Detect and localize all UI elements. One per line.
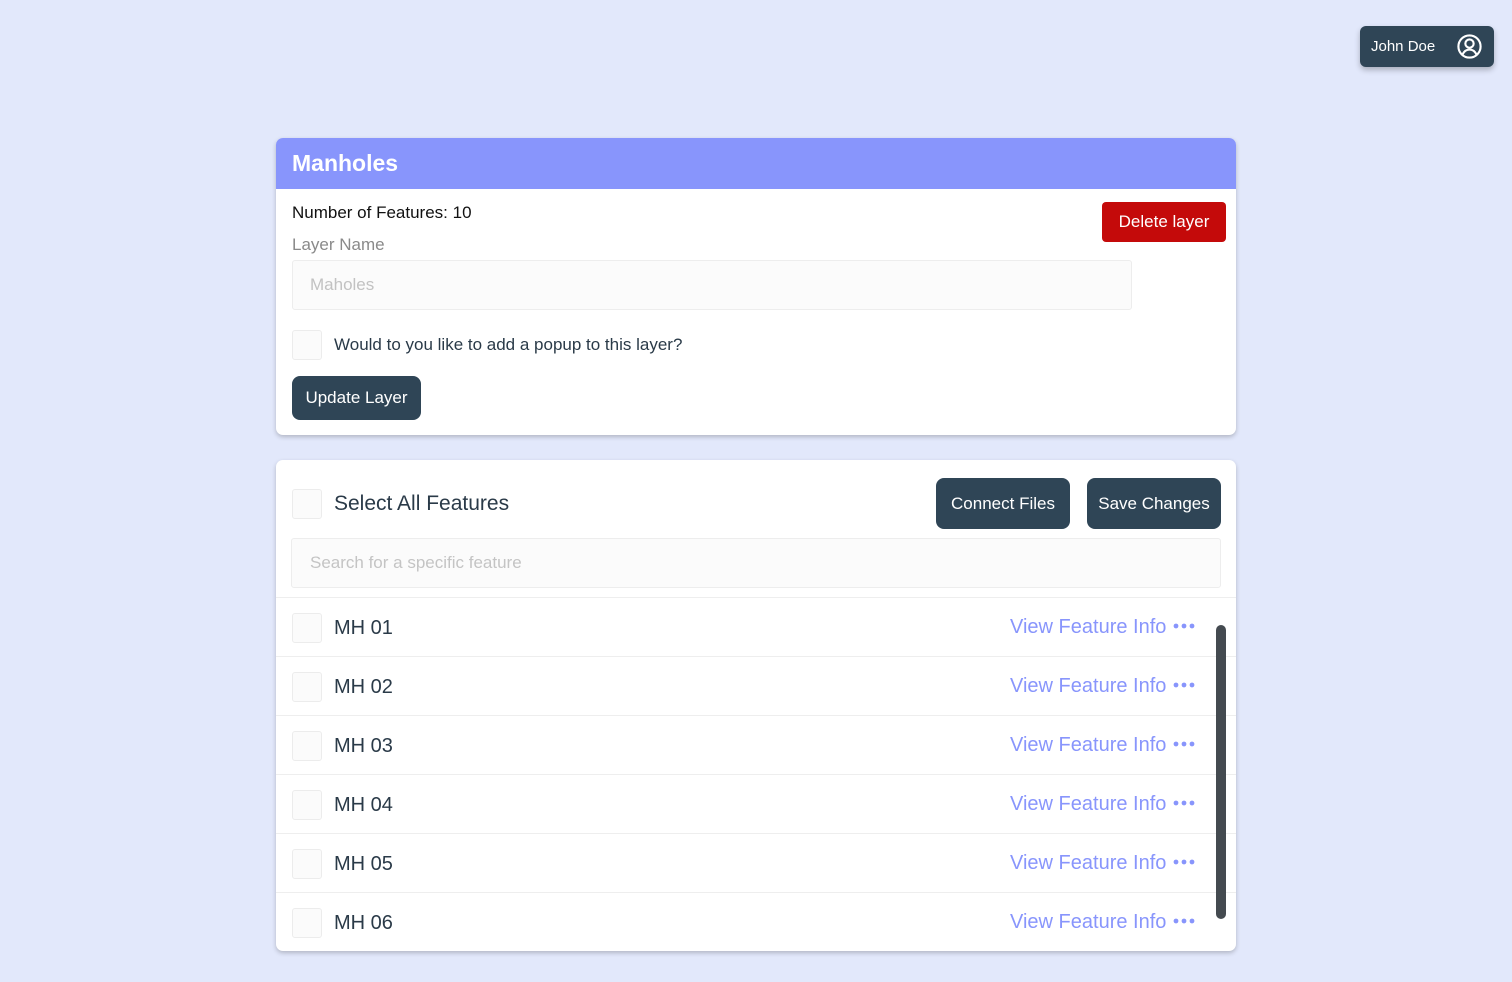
layer-settings-card: Manholes Number of Features: 10 Delete l…: [276, 138, 1236, 435]
save-changes-button[interactable]: Save Changes: [1087, 478, 1221, 529]
feature-checkbox[interactable]: [292, 613, 322, 643]
feature-name: MH 04: [334, 794, 393, 816]
connect-files-button[interactable]: Connect Files: [936, 478, 1070, 529]
layer-header: Manholes: [276, 138, 1236, 189]
more-options-icon[interactable]: [1172, 620, 1196, 632]
list-item: MH 04 View Feature Info: [276, 775, 1236, 834]
more-options-icon[interactable]: [1172, 915, 1196, 927]
view-feature-info-link[interactable]: View Feature Info: [1010, 852, 1166, 875]
popup-checkbox[interactable]: [292, 330, 322, 360]
list-item: MH 05 View Feature Info: [276, 834, 1236, 893]
select-all-label: Select All Features: [334, 492, 510, 515]
view-feature-info-link[interactable]: View Feature Info: [1010, 793, 1166, 816]
user-menu-button[interactable]: John Doe: [1360, 26, 1494, 67]
feature-checkbox[interactable]: [292, 908, 322, 938]
more-options-icon[interactable]: [1172, 797, 1196, 809]
feature-name: MH 02: [334, 676, 393, 698]
user-circle-icon: [1456, 33, 1483, 60]
list-item: MH 06 View Feature Info: [276, 893, 1236, 951]
delete-layer-button[interactable]: Delete layer: [1102, 202, 1226, 242]
list-item: MH 03 View Feature Info: [276, 716, 1236, 775]
select-all-checkbox[interactable]: [292, 489, 322, 519]
layer-name-label: Layer Name: [292, 235, 385, 254]
feature-name: MH 05: [334, 853, 393, 875]
popup-option: Would to you like to add a popup to this…: [292, 330, 682, 360]
layer-title: Manholes: [292, 150, 399, 176]
feature-name: MH 03: [334, 735, 393, 757]
user-name: John Doe: [1371, 38, 1436, 55]
view-feature-info-link[interactable]: View Feature Info: [1010, 911, 1166, 934]
select-all-row: Select All Features: [292, 489, 509, 519]
feature-name: MH 01: [334, 617, 393, 639]
update-layer-button[interactable]: Update Layer: [292, 376, 421, 420]
feature-checkbox[interactable]: [292, 790, 322, 820]
feature-checkbox[interactable]: [292, 849, 322, 879]
feature-list-scrollbar[interactable]: [1216, 625, 1226, 919]
more-options-icon[interactable]: [1172, 738, 1196, 750]
popup-question-label: Would to you like to add a popup to this…: [334, 335, 683, 354]
list-item: MH 02 View Feature Info: [276, 657, 1236, 716]
feature-list: MH 01 View Feature Info MH 02 View Featu…: [276, 597, 1236, 951]
feature-checkbox[interactable]: [292, 731, 322, 761]
more-options-icon[interactable]: [1172, 679, 1196, 691]
view-feature-info-link[interactable]: View Feature Info: [1010, 616, 1166, 639]
feature-name: MH 06: [334, 912, 393, 934]
more-options-icon[interactable]: [1172, 856, 1196, 868]
feature-checkbox[interactable]: [292, 672, 322, 702]
features-count: Number of Features: 10: [292, 203, 472, 222]
list-item: MH 01 View Feature Info: [276, 598, 1236, 657]
feature-search-input[interactable]: [291, 538, 1221, 588]
features-card: Select All Features Connect Files Save C…: [276, 460, 1236, 951]
view-feature-info-link[interactable]: View Feature Info: [1010, 734, 1166, 757]
view-feature-info-link[interactable]: View Feature Info: [1010, 675, 1166, 698]
layer-name-input[interactable]: [292, 260, 1132, 310]
